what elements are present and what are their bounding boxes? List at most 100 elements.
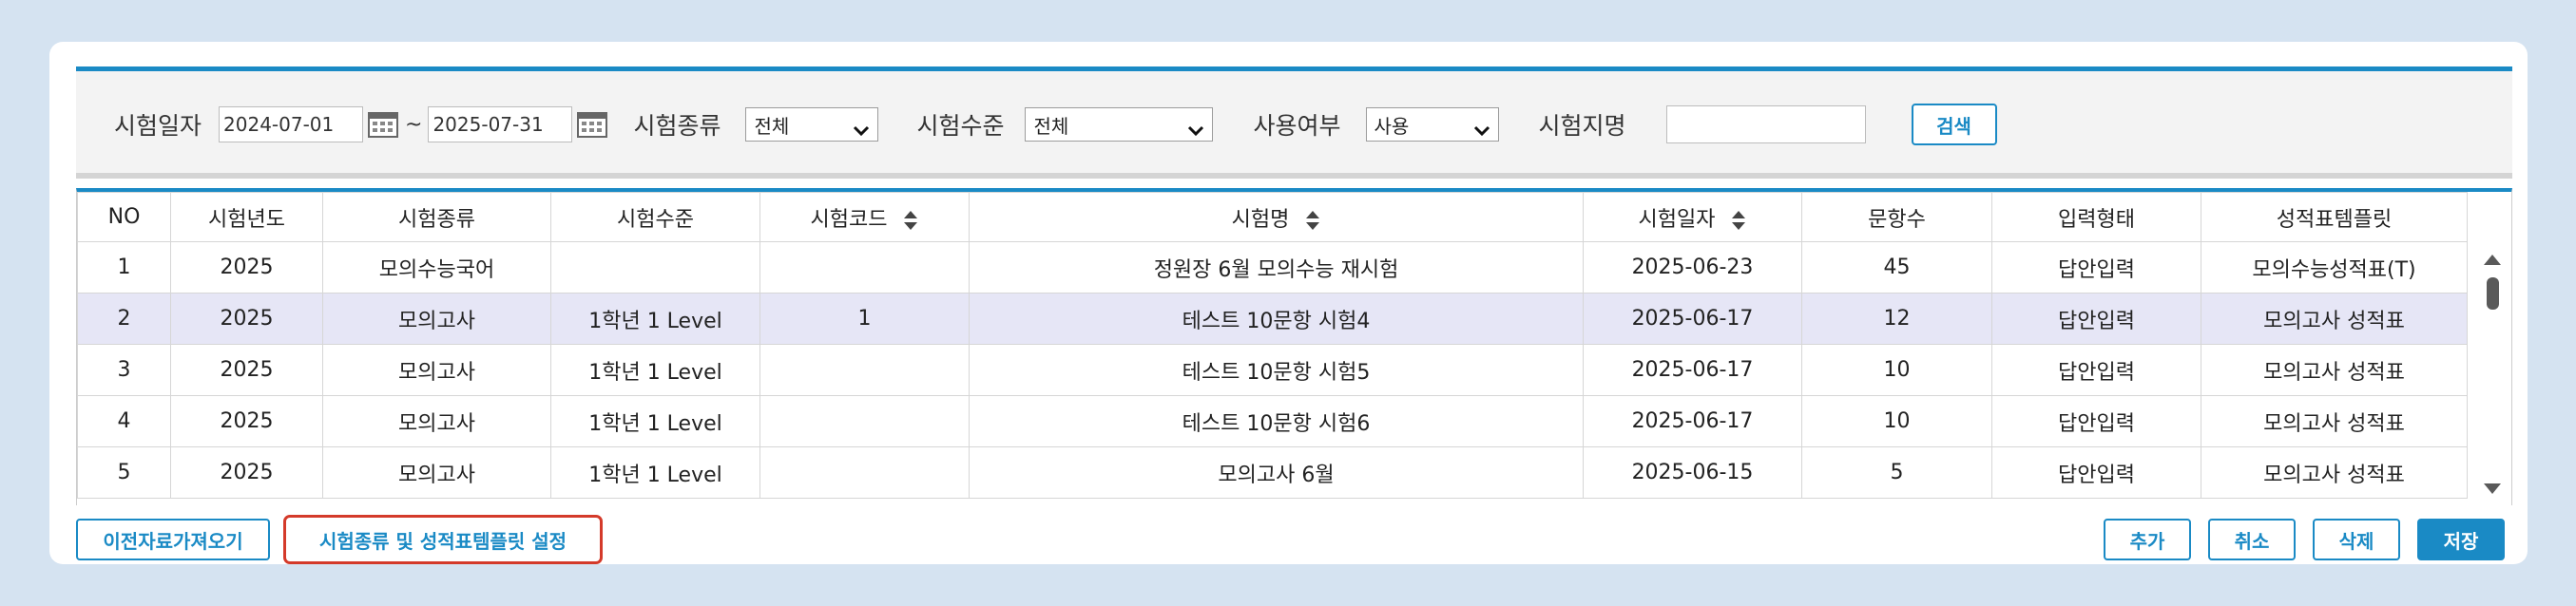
cell-exam-level: 1학년 1 Level — [550, 293, 760, 345]
cell-report-template: 모의고사 성적표 — [2201, 446, 2468, 499]
cell-input-type: 답안입력 — [1991, 446, 2201, 499]
table-row[interactable]: 3 2025 모의고사 1학년 1 Level 테스트 10문항 시험5 202… — [77, 344, 2468, 396]
cell-exam-name: 테스트 10문항 시험4 — [969, 293, 1584, 345]
search-panel: 시험일자 2024-07-01 ~ 2025-07-31 시험종류 전체 시험수… — [76, 66, 2512, 179]
cell-input-type: 답안입력 — [1991, 395, 2201, 447]
table-row[interactable]: 1 2025 모의수능국어 정원장 6월 모의수능 재시험 2025-06-23… — [77, 241, 2468, 294]
exam-type-value: 전체 — [754, 114, 790, 138]
use-label: 사용여부 — [1253, 112, 1341, 140]
cell-exam-year: 2025 — [170, 344, 323, 396]
cell-report-template: 모의고사 성적표 — [2201, 395, 2468, 447]
cell-exam-date: 2025-06-17 — [1583, 344, 1802, 396]
cell-no: 1 — [77, 241, 171, 294]
cell-report-template: 모의수능성적표(T) — [2201, 241, 2468, 294]
date-to-input[interactable]: 2025-07-31 — [428, 106, 573, 142]
col-exam-code[interactable]: 시험코드 — [759, 192, 970, 242]
exam-table: NO 시험년도 시험종류 시험수준 시험코드 시험명 시험일자 문항수 입력형태… — [77, 192, 2468, 499]
cell-exam-code — [759, 395, 970, 447]
cell-no: 3 — [77, 344, 171, 396]
col-exam-code-label: 시험코드 — [810, 207, 888, 232]
cell-exam-code — [759, 241, 970, 294]
col-exam-name[interactable]: 시험명 — [969, 192, 1584, 242]
exam-name-label: 시험지명 — [1538, 112, 1626, 140]
cell-question-count: 10 — [1801, 344, 1992, 396]
cell-exam-type: 모의고사 — [322, 395, 551, 447]
search-button[interactable]: 검색 — [1911, 104, 1997, 145]
col-exam-date[interactable]: 시험일자 — [1583, 192, 1802, 242]
cell-exam-level: 1학년 1 Level — [550, 344, 760, 396]
cell-question-count: 45 — [1801, 241, 1992, 294]
cell-exam-type: 모의수능국어 — [322, 241, 551, 294]
search-row: 시험일자 2024-07-01 ~ 2025-07-31 시험종류 전체 시험수… — [114, 104, 1997, 145]
cell-report-template: 모의고사 성적표 — [2201, 344, 2468, 396]
cell-exam-level: 1학년 1 Level — [550, 395, 760, 447]
date-separator: ~ — [405, 112, 423, 137]
table-row-selected[interactable]: 2 2025 모의고사 1학년 1 Level 1 테스트 10문항 시험4 2… — [77, 293, 2468, 345]
cell-exam-name: 테스트 10문항 시험5 — [969, 344, 1584, 396]
col-exam-type: 시험종류 — [322, 192, 551, 242]
cell-exam-name: 모의고사 6월 — [969, 446, 1584, 499]
col-exam-name-label: 시험명 — [1231, 207, 1290, 232]
exam-type-template-settings-button[interactable]: 시험종류 및 성적표템플릿 설정 — [289, 521, 597, 559]
cell-exam-type: 모의고사 — [322, 293, 551, 345]
cell-input-type: 답안입력 — [1991, 293, 2201, 345]
cell-exam-year: 2025 — [170, 395, 323, 447]
exam-type-label: 시험종류 — [633, 112, 721, 140]
use-select[interactable]: 사용 — [1365, 107, 1499, 142]
cancel-button[interactable]: 취소 — [2208, 519, 2296, 560]
chevron-down-icon — [853, 119, 870, 137]
cell-exam-year: 2025 — [170, 446, 323, 499]
scroll-thumb — [2487, 277, 2499, 310]
vertical-scrollbar[interactable] — [2473, 192, 2511, 505]
cell-exam-level — [550, 241, 760, 294]
import-previous-button[interactable]: 이전자료가져오기 — [76, 519, 270, 560]
col-input-type: 입력형태 — [1991, 192, 2201, 242]
cell-exam-year: 2025 — [170, 241, 323, 294]
sort-icon[interactable] — [1731, 210, 1746, 231]
footer-left-actions: 이전자료가져오기 시험종류 및 성적표템플릿 설정 — [76, 515, 603, 564]
cell-no: 5 — [77, 446, 171, 499]
save-button[interactable]: 저장 — [2417, 519, 2505, 560]
table-row[interactable]: 5 2025 모의고사 1학년 1 Level 모의고사 6월 2025-06-… — [77, 446, 2468, 499]
main-card: 시험일자 2024-07-01 ~ 2025-07-31 시험종류 전체 시험수… — [49, 42, 2528, 564]
cell-exam-year: 2025 — [170, 293, 323, 345]
cell-no: 2 — [77, 293, 171, 345]
calendar-icon[interactable] — [576, 110, 608, 139]
sort-icon[interactable] — [1305, 210, 1320, 231]
cell-input-type: 답안입력 — [1991, 241, 2201, 294]
exam-type-select[interactable]: 전체 — [745, 107, 879, 142]
cell-exam-name: 정원장 6월 모의수능 재시험 — [969, 241, 1584, 294]
cell-exam-date: 2025-06-15 — [1583, 446, 1802, 499]
add-button[interactable]: 추가 — [2104, 519, 2191, 560]
sort-icon[interactable] — [903, 210, 918, 231]
highlight-box: 시험종류 및 성적표템플릿 설정 — [283, 515, 603, 564]
cell-exam-level: 1학년 1 Level — [550, 446, 760, 499]
cell-input-type: 답안입력 — [1991, 344, 2201, 396]
exam-grid: NO 시험년도 시험종류 시험수준 시험코드 시험명 시험일자 문항수 입력형태… — [76, 188, 2512, 505]
cell-exam-type: 모의고사 — [322, 344, 551, 396]
date-from-input[interactable]: 2024-07-01 — [219, 106, 364, 142]
chevron-down-icon — [1187, 119, 1204, 137]
col-exam-level: 시험수준 — [550, 192, 760, 242]
scroll-up-arrow — [2484, 255, 2501, 265]
footer-right-actions: 추가 취소 삭제 저장 — [2104, 515, 2505, 560]
cell-exam-date: 2025-06-17 — [1583, 395, 1802, 447]
col-question-count: 문항수 — [1801, 192, 1992, 242]
cell-question-count: 12 — [1801, 293, 1992, 345]
cell-no: 4 — [77, 395, 171, 447]
table-header-row: NO 시험년도 시험종류 시험수준 시험코드 시험명 시험일자 문항수 입력형태… — [77, 192, 2468, 242]
calendar-icon[interactable] — [367, 110, 399, 139]
table-row[interactable]: 4 2025 모의고사 1학년 1 Level 테스트 10문항 시험6 202… — [77, 395, 2468, 447]
col-no: NO — [77, 192, 171, 242]
chevron-down-icon — [1473, 119, 1490, 137]
cell-exam-name: 테스트 10문항 시험6 — [969, 395, 1584, 447]
exam-name-input[interactable] — [1665, 105, 1866, 143]
cell-question-count: 10 — [1801, 395, 1992, 447]
cell-exam-code — [759, 446, 970, 499]
cell-exam-code — [759, 344, 970, 396]
delete-button[interactable]: 삭제 — [2313, 519, 2400, 560]
exam-level-value: 전체 — [1033, 114, 1069, 138]
exam-level-select[interactable]: 전체 — [1025, 107, 1214, 142]
col-report-template: 성적표템플릿 — [2201, 192, 2468, 242]
exam-level-label: 시험수준 — [916, 112, 1005, 140]
